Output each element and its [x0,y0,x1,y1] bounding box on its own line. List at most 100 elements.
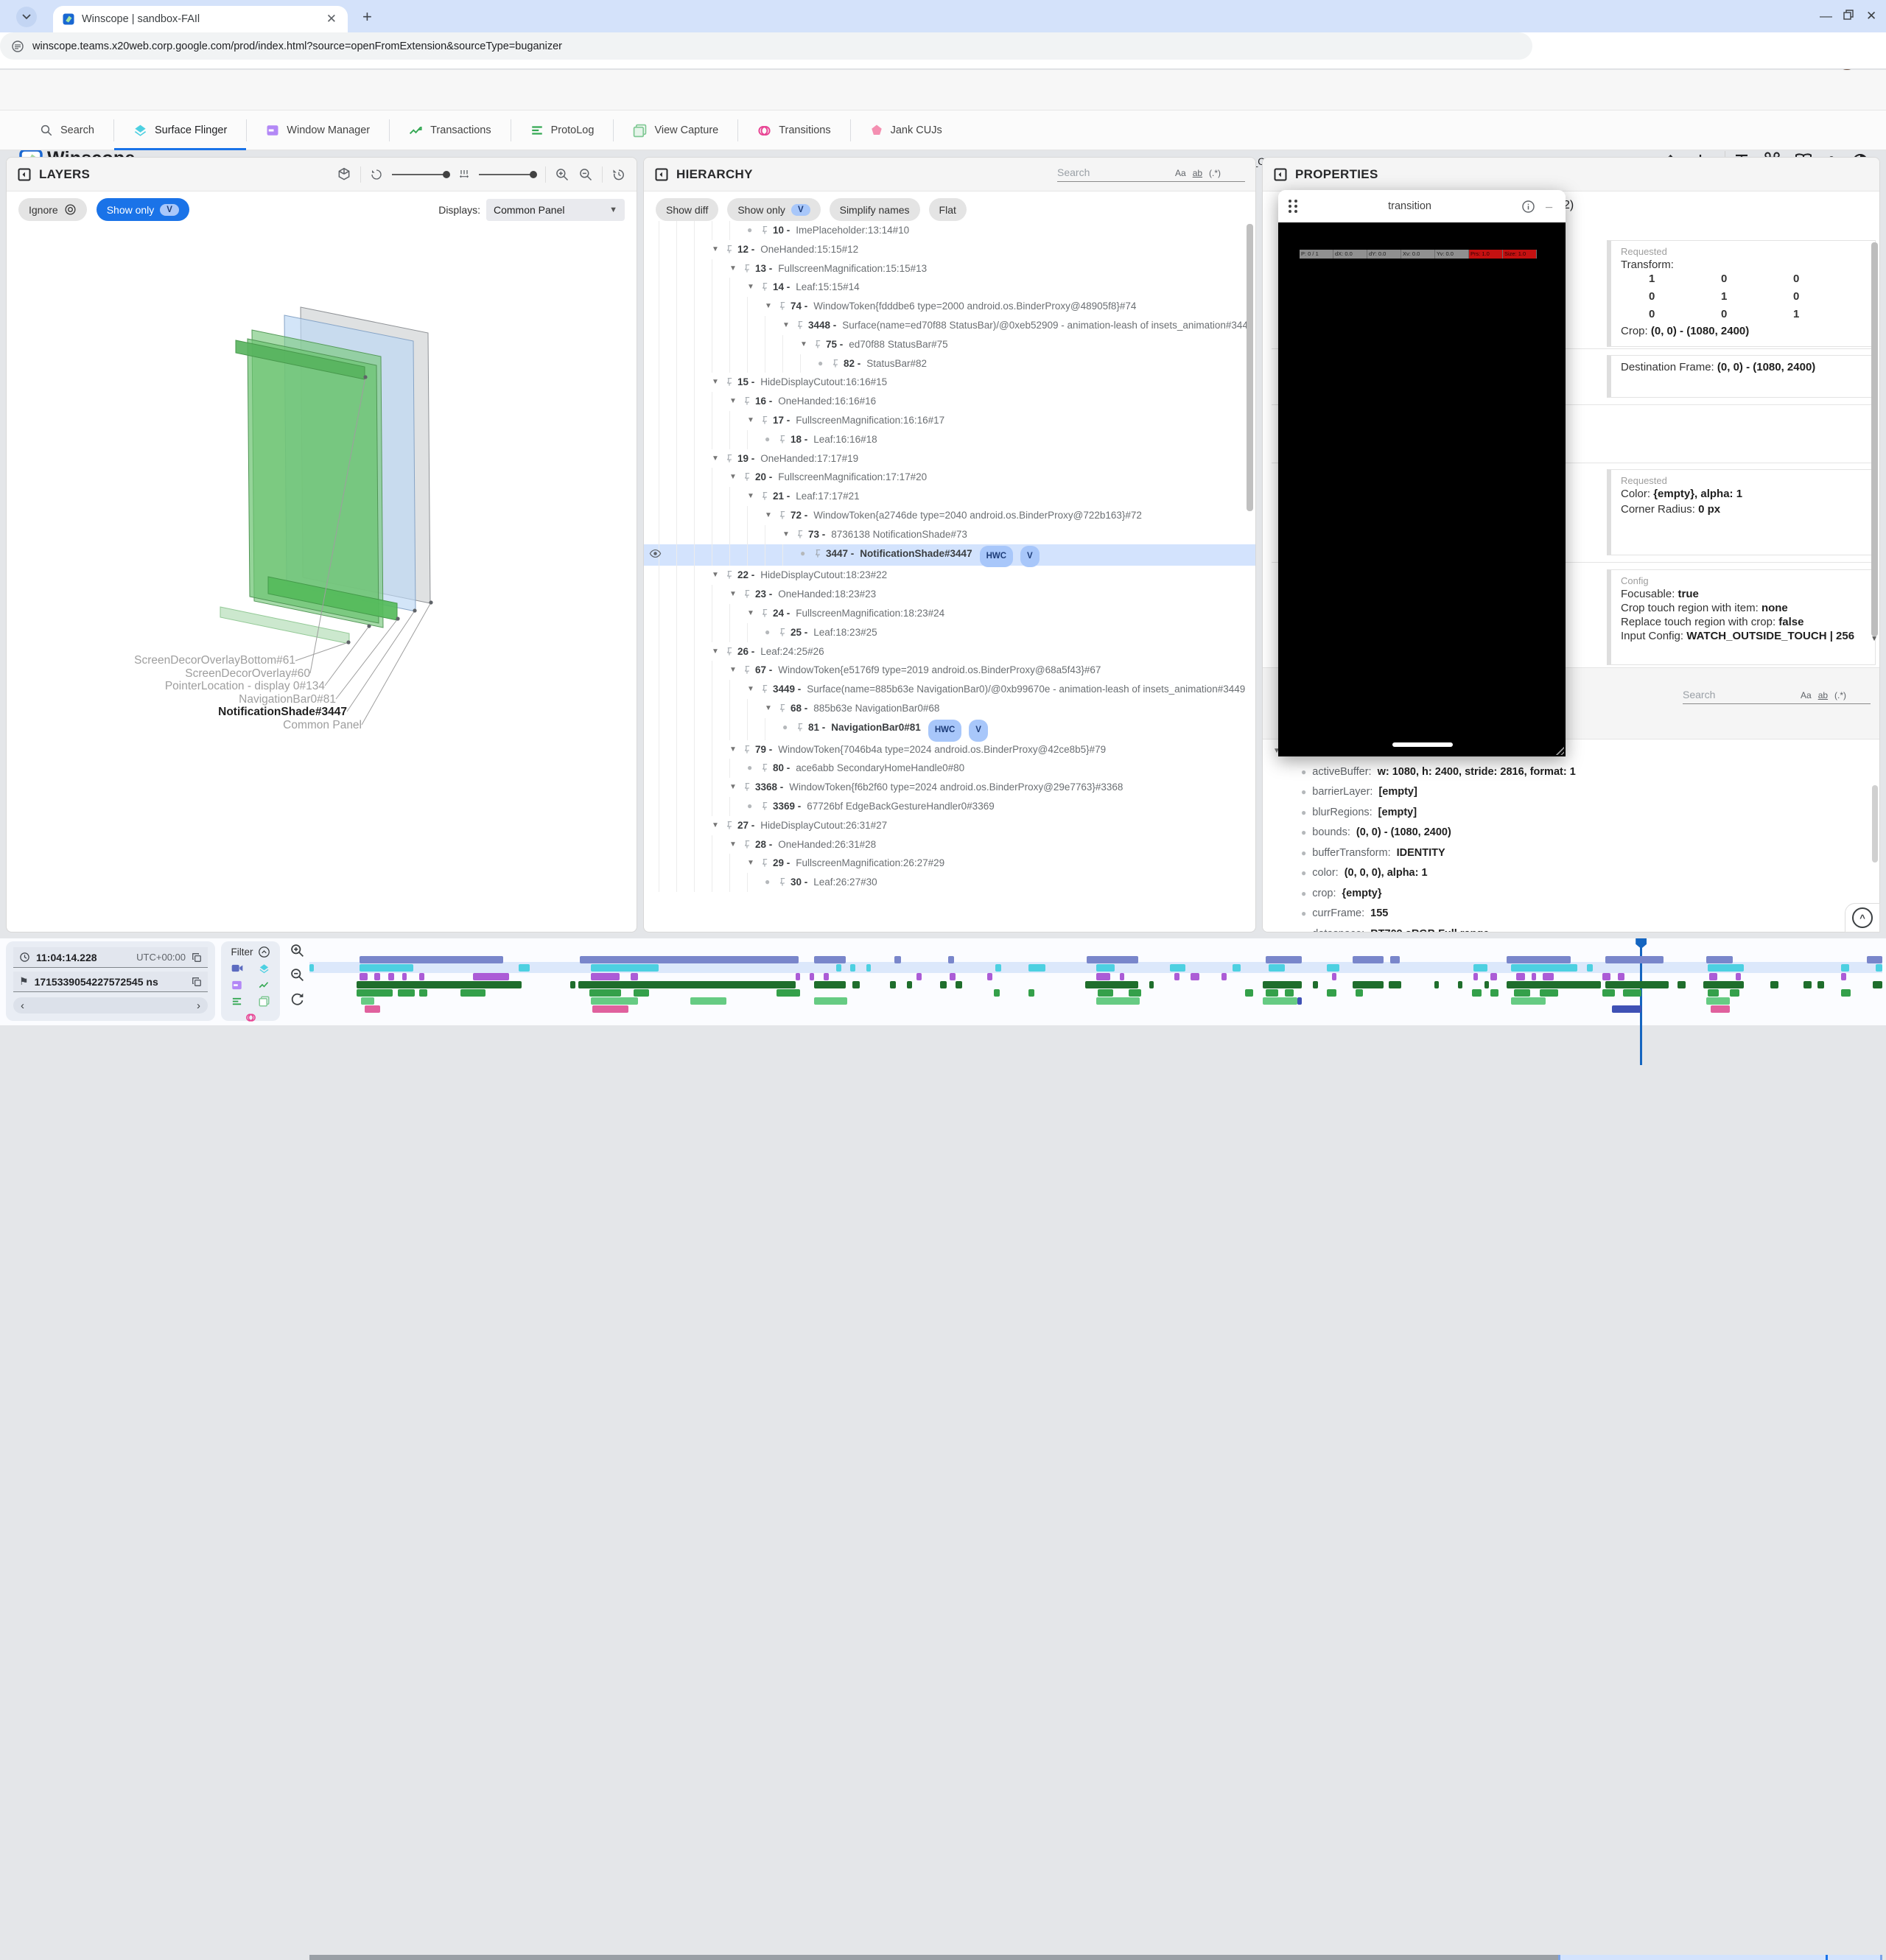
reset-view-icon[interactable] [611,167,626,182]
trace-segment-view-capture[interactable] [1263,997,1297,1005]
tree-row[interactable]: ▼17 -FullscreenMagnification:16:16#17 [644,411,1255,430]
collapse-node-icon[interactable]: ▼ [712,240,725,259]
match-case-icon[interactable]: Aa [1175,168,1186,178]
trace-segment-surface-flinger[interactable] [1473,964,1487,972]
transactions-icon[interactable] [259,980,270,991]
layers-3d-view[interactable]: ScreenDecorOverlayBottom#61 ScreenDecorO… [7,221,637,932]
tree-row[interactable]: ▼20 -FullscreenMagnification:17:17#20 [644,468,1255,487]
trace-segment-surface-flinger[interactable] [591,964,659,972]
trace-segment-surface-flinger[interactable] [1708,964,1739,972]
trace-segment-window-manager[interactable] [360,973,368,980]
tree-row[interactable]: ●82 -StatusBar#82 [644,354,1255,373]
omnibox[interactable]: winscope.teams.x20web.corp.google.com/pr… [0,32,1532,60]
trace-segment-transactions[interactable] [1678,981,1686,988]
browser-tab[interactable]: Winscope | sandbox-FAIl ✕ [53,6,348,32]
scroll-thumb[interactable] [309,1955,1558,1960]
screen-recording-icon[interactable] [231,963,243,973]
trace-segment-screen-recording[interactable] [580,956,799,963]
timeline-tracks[interactable] [309,950,1882,1018]
timeline-reset-zoom-icon[interactable] [290,991,305,1007]
property-item[interactable]: ●currFrame:155 [1263,904,1879,924]
trace-segment-protolog[interactable] [1490,989,1498,997]
trace-segment-screen-recording[interactable] [814,956,846,963]
collapse-node-icon[interactable]: ▼ [712,373,725,392]
trace-segment-surface-flinger[interactable] [1841,964,1849,972]
tree-row[interactable]: ▼13 -FullscreenMagnification:15:15#13 [644,259,1255,278]
trace-segment-transactions[interactable] [1313,981,1317,988]
timeline-zoom-out-icon[interactable] [290,967,305,983]
collapse-node-icon[interactable]: ▼ [729,661,743,680]
pin-icon[interactable] [778,297,790,311]
timeline-scrollbar[interactable] [309,1955,1882,1960]
tree-row[interactable]: ▼16 -OneHanded:16:16#16 [644,392,1255,411]
trace-segment-window-manager[interactable] [1532,973,1536,980]
flat-button[interactable]: Flat [929,198,967,221]
tree-row[interactable]: ●25 -Leaf:18:23#25 [644,623,1255,642]
scrollbar[interactable] [1247,224,1253,511]
trace-segment-transactions[interactable] [1434,981,1439,988]
trace-segment-transactions[interactable] [1458,981,1462,988]
trace-segment-transactions[interactable] [1605,981,1668,988]
pin-icon[interactable] [796,718,808,732]
view-capture-icon[interactable] [259,996,270,1007]
property-item[interactable]: ●barrierLayer:[empty] [1263,782,1879,803]
pin-icon[interactable] [760,680,773,694]
trace-segment-transactions[interactable] [1389,981,1401,988]
trace-segment-protolog[interactable] [1708,989,1719,997]
trace-segment-screen-recording[interactable] [1087,956,1138,963]
tree-row[interactable]: ▼23 -OneHanded:18:23#23 [644,585,1255,604]
trace-segment-surface-flinger[interactable] [836,964,841,972]
trace-segment-surface-flinger[interactable] [519,964,530,972]
scroll-down-icon[interactable]: ▼ [1871,635,1878,643]
trace-segment-transactions[interactable] [357,981,522,988]
pin-icon[interactable] [725,816,737,830]
trace-segment-protolog[interactable] [1285,989,1294,997]
tab-view-capture[interactable]: View Capture [614,110,737,150]
transitions-icon[interactable] [245,1012,256,1023]
tab-search-button[interactable] [16,7,37,27]
trace-segment-protolog[interactable] [1730,989,1739,997]
trace-segment-transactions[interactable] [1085,981,1139,988]
pin-icon[interactable] [778,873,790,887]
trace-segment-surface-flinger[interactable] [309,964,314,972]
collapse-node-icon[interactable]: ▼ [712,642,725,661]
pin-icon[interactable] [813,544,826,558]
collapse-node-icon[interactable]: ▼ [712,816,725,835]
match-case-icon[interactable]: Aa [1801,690,1812,700]
tab-jank-cujs[interactable]: Jank CUJs [851,110,961,150]
collapse-panel-icon[interactable] [654,167,669,182]
tree-row[interactable]: ▼67 -WindowToken{e5176f9 type=2019 andro… [644,661,1255,680]
trace-segment-protolog[interactable] [634,989,649,997]
tree-row[interactable]: ●3369 -67726bf EdgeBackGestureHandler0#3… [644,797,1255,816]
spacing-slider[interactable] [479,174,536,175]
trace-segment-window-manager[interactable] [1543,973,1554,980]
close-window-icon[interactable]: ✕ [1866,9,1876,24]
trace-segment-view-capture[interactable] [814,997,847,1005]
trace-segment-transactions[interactable] [1149,981,1154,988]
trace-segment-transactions[interactable] [956,981,962,988]
collapse-node-icon[interactable]: ▼ [729,835,743,854]
trace-segment-surface-flinger[interactable] [1876,964,1882,972]
trace-segment-transactions[interactable] [570,981,575,988]
collapse-node-icon[interactable]: ▼ [782,525,796,544]
tree-row[interactable]: ▼3368 -WindowToken{f6b2f60 type=2024 and… [644,778,1255,797]
pin-icon[interactable] [743,740,755,754]
regex-icon[interactable]: (.*) [1834,690,1846,700]
collapse-node-icon[interactable]: ▼ [729,392,743,411]
pin-icon[interactable] [760,487,773,501]
trace-segment-window-manager[interactable] [1191,973,1200,980]
trace-segment-surface-flinger[interactable] [360,964,413,972]
zoom-in-icon[interactable] [555,167,569,182]
pin-icon[interactable] [796,316,808,330]
collapse-node-icon[interactable]: ▼ [747,604,760,623]
trace-segment-surface-flinger[interactable] [1028,964,1045,972]
surface-flinger-icon[interactable] [259,963,270,974]
collapse-panel-icon[interactable] [1273,167,1288,182]
frame-step-bar[interactable]: ‹ › [13,997,208,1014]
trace-segment-surface-flinger[interactable] [1269,964,1284,972]
tree-row[interactable]: ●10 -ImePlaceholder:13:14#10 [644,221,1255,240]
match-word-icon[interactable]: ab [1193,168,1202,178]
tree-row[interactable]: ●3447 -NotificationShade#3447HWCV [644,544,1255,566]
trace-segment-transitions[interactable] [1711,1005,1730,1013]
pin-icon[interactable] [725,449,737,463]
